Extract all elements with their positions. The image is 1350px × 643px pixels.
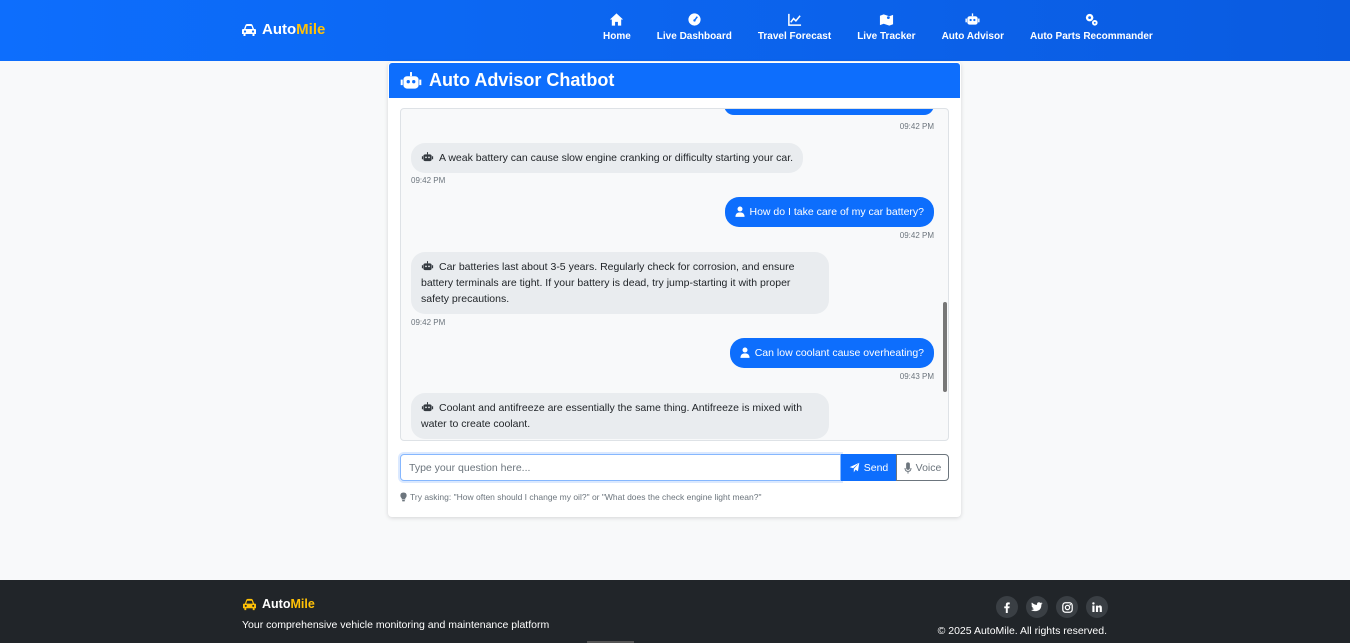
robot-icon [965,13,980,25]
nav-auto-parts-label: Auto Parts Recommander [1030,31,1153,42]
bot-message-text: Coolant and antifreeze are essentially t… [421,402,803,430]
nav-travel-forecast[interactable]: Travel Forecast [745,12,844,42]
car-icon [243,598,256,610]
bot-message: Coolant and antifreeze are essentially t… [411,393,829,439]
robot-icon [421,152,434,162]
brand-logo[interactable]: Auto Mile [241,21,325,38]
nav-home[interactable]: Home [590,12,644,42]
chatbot-card: Auto Advisor Chatbot 09:42 PM A weak bat… [388,62,961,517]
message-time: 09:42 PM [411,318,446,327]
instagram-link[interactable] [1056,596,1078,618]
brand-name-part1: Auto [262,21,297,38]
message-time: 09:43 PM [899,372,934,381]
nav-live-dashboard[interactable]: Live Dashboard [644,12,745,42]
chart-line-icon [788,13,802,26]
robot-icon [421,402,434,412]
gears-icon [1085,13,1098,26]
facebook-icon [1004,601,1010,613]
bot-message: Car batteries last about 3-5 years. Regu… [411,252,829,314]
robot-icon [421,261,434,271]
home-icon [610,13,624,26]
message-time: 09:42 PM [411,176,446,185]
map-icon [879,14,893,26]
send-button-label: Send [863,461,889,474]
nav-auto-advisor-label: Auto Advisor [941,31,1004,42]
nav-live-dashboard-label: Live Dashboard [656,31,732,42]
facebook-link[interactable] [996,596,1018,618]
footer: Auto Mile Your comprehensive vehicle moni… [0,580,1350,643]
footer-brand: Auto Mile [242,597,315,611]
gauge-icon [688,13,701,26]
twitter-icon [1031,602,1043,612]
nav-auto-parts[interactable]: Auto Parts Recommander [1017,12,1166,42]
chat-scrollbar[interactable] [943,302,947,392]
chat-messages[interactable]: 09:42 PM A weak battery can cause slow e… [400,108,949,441]
user-message: How do I take care of my car battery? [724,197,934,227]
nav-auto-advisor[interactable]: Auto Advisor [929,12,1017,42]
bot-message: A weak battery can cause slow engine cra… [411,143,804,173]
nav-travel-forecast-label: Travel Forecast [757,31,832,42]
message-time: 09:42 PM [899,231,934,240]
brand-name-part2: Mile [296,21,326,38]
robot-icon [400,71,422,89]
car-icon [242,23,256,36]
footer-brand-part2: Mile [290,597,315,611]
question-input-group: Send Voice [400,454,949,481]
user-message: Can low coolant cause overheating? [729,338,934,368]
hint-text: Try asking: "How often should I change m… [400,492,761,502]
user-icon [734,206,745,217]
bot-message-text: Car batteries last about 3-5 years. Regu… [421,261,795,305]
user-message-text: How do I take care of my car battery? [749,206,925,218]
question-input[interactable] [400,454,841,481]
user-message [724,109,934,115]
copyright: © 2025 AutoMile. All rights reserved. [937,625,1107,637]
nav-live-tracker[interactable]: Live Tracker [844,12,928,42]
social-links [996,596,1108,618]
footer-brand-part1: Auto [262,597,291,611]
voice-button[interactable]: Voice [896,454,949,481]
navbar: Auto Mile Home Live Dashboard Travel Fore… [0,0,1350,61]
nav-home-label: Home [603,31,631,42]
nav-live-tracker-label: Live Tracker [857,31,916,42]
instagram-icon [1061,601,1073,613]
microphone-icon [904,461,912,474]
chatbot-title: Auto Advisor Chatbot [429,70,615,90]
hint-label: Try asking: "How often should I change m… [410,492,762,502]
send-button[interactable]: Send [841,454,896,481]
linkedin-link[interactable] [1086,596,1108,618]
chatbot-header: Auto Advisor Chatbot [389,63,960,98]
paper-plane-icon [849,462,860,473]
voice-button-label: Voice [915,461,942,474]
footer-tagline: Your comprehensive vehicle monitoring an… [242,619,550,631]
message-time: 09:42 PM [899,122,934,131]
linkedin-icon [1092,602,1102,612]
bot-message-text: A weak battery can cause slow engine cra… [439,152,794,164]
lightbulb-icon [400,492,407,502]
user-message-text: Can low coolant cause overheating? [754,347,924,359]
twitter-link[interactable] [1026,596,1048,618]
user-icon [740,347,750,358]
